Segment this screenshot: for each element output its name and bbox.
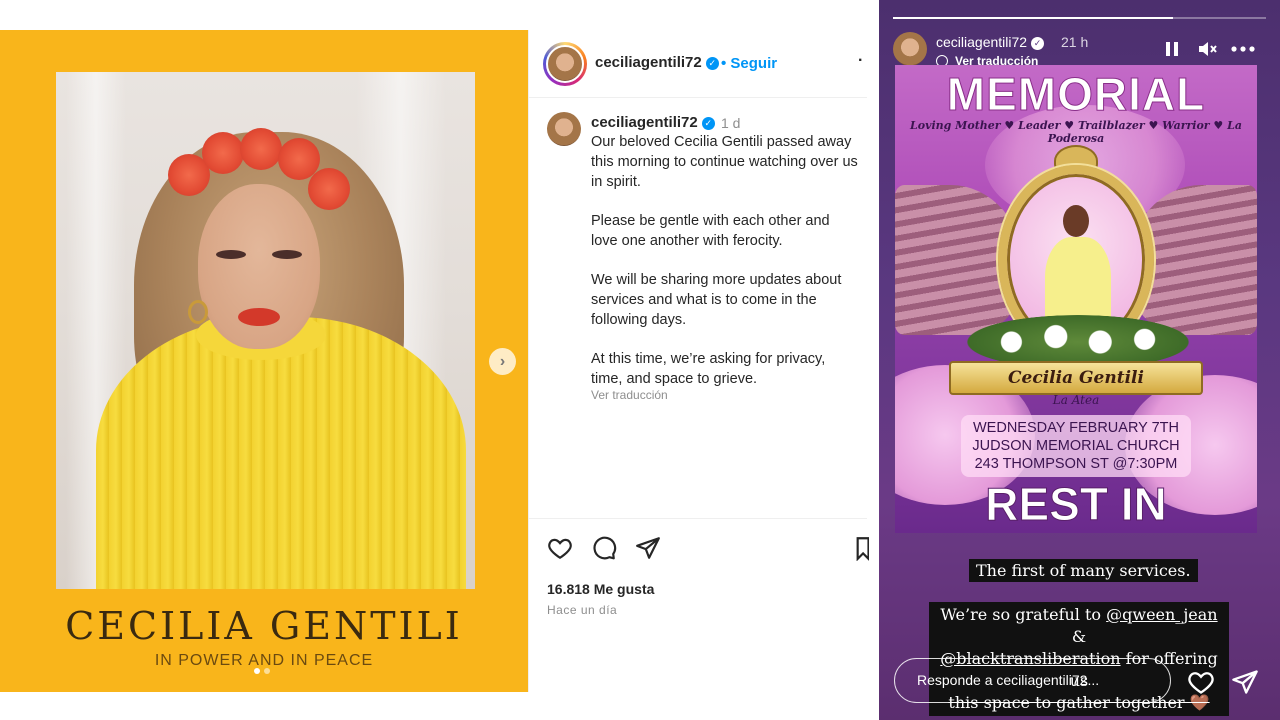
story-avatar[interactable] <box>893 32 927 66</box>
earring <box>188 300 208 324</box>
flower <box>240 128 282 170</box>
caption-paragraph: We will be sharing more updates about se… <box>591 272 846 328</box>
caption-text: Our beloved Cecilia Gentili passed away … <box>591 132 859 408</box>
caption-user[interactable]: ceciliagentili72 ✓ <box>591 114 715 132</box>
story-reply-input[interactable]: Responde a ceciliagentili72... <box>894 658 1171 703</box>
follow-button[interactable]: • Seguir <box>721 55 777 72</box>
post-actions: 16.818 Me gusta Hace un día <box>529 518 869 692</box>
story-text-label: The first of many services. <box>969 559 1198 582</box>
bookmark-icon[interactable] <box>855 535 869 561</box>
caption-avatar[interactable] <box>547 112 581 146</box>
eye <box>216 250 246 259</box>
event-line: 243 THOMPSON ST @7:30PM <box>974 456 1178 472</box>
mention-link[interactable]: @qween_jean <box>1106 605 1217 624</box>
mute-icon[interactable] <box>1197 40 1217 58</box>
chevron-right-icon: › <box>499 352 506 370</box>
name-banner: Cecilia Gentili <box>949 361 1203 395</box>
verified-badge-icon: ✓ <box>1031 37 1045 50</box>
portrait-photo <box>56 72 475 589</box>
flyer-title: MEMORIAL <box>946 68 1206 121</box>
heart-icon[interactable] <box>547 535 573 561</box>
post-header: ceciliagentili72 ✓ • Seguir · <box>529 30 867 98</box>
avatar <box>546 45 584 83</box>
comment-icon[interactable] <box>591 535 617 561</box>
see-translation-link[interactable]: Ver traducción <box>591 388 668 402</box>
flyer-footer: REST IN POWER <box>985 478 1167 534</box>
flower <box>202 132 244 174</box>
event-line: JUDSON MEMORIAL CHURCH <box>972 438 1180 454</box>
label-text: We’re so grateful to <box>940 605 1107 624</box>
heart-icon[interactable] <box>1187 668 1215 696</box>
instagram-story: ceciliagentili72 ✓ 21 h Ver traducción ME… <box>879 0 1280 720</box>
flower <box>308 168 350 210</box>
story-progress-bar <box>893 17 1266 19</box>
header-user[interactable]: ceciliagentili72 ✓ <box>595 54 719 72</box>
carousel-dot <box>264 668 270 674</box>
event-details: WEDNESDAY FEBRUARY 7TH JUDSON MEMORIAL C… <box>961 415 1191 477</box>
share-icon[interactable] <box>1231 668 1259 696</box>
verified-badge-icon: ✓ <box>701 117 715 130</box>
story-progress-fill <box>893 17 1173 19</box>
caption-paragraph: Our beloved Cecilia Gentili passed away … <box>591 134 862 190</box>
portrait-head <box>1063 205 1089 237</box>
pause-icon[interactable] <box>1163 40 1181 58</box>
share-icon[interactable] <box>635 535 661 561</box>
post-media-name: CECILIA GENTILI <box>65 604 463 648</box>
lips <box>238 308 280 326</box>
caption-username[interactable]: ceciliagentili72 <box>591 114 698 131</box>
next-slide-button[interactable]: › <box>489 348 516 375</box>
more-options-icon[interactable]: · <box>858 52 863 70</box>
nickname: La Atea <box>1052 393 1100 407</box>
caption-paragraph: At this time, we’re asking for privacy, … <box>591 351 830 387</box>
header-username[interactable]: ceciliagentili72 <box>595 54 702 71</box>
story-time: 21 h <box>1061 34 1089 50</box>
eye <box>272 250 302 259</box>
more-options-icon[interactable] <box>1231 44 1255 54</box>
story-user[interactable]: ceciliagentili72 ✓ <box>936 34 1045 50</box>
caption-time[interactable]: 1 d <box>721 115 740 131</box>
caption-paragraph: Please be gentle with each other and lov… <box>591 213 834 249</box>
carousel-dots <box>254 668 270 674</box>
avatar-ring[interactable] <box>543 42 587 86</box>
verified-badge-icon: ✓ <box>705 57 719 70</box>
post-date[interactable]: Hace un día <box>547 603 617 617</box>
event-line: WEDNESDAY FEBRUARY 7TH <box>972 420 1179 436</box>
post-media[interactable]: CECILIA GENTILI IN POWER AND IN PEACE › <box>0 30 528 692</box>
likes-count[interactable]: 16.818 Me gusta <box>547 581 654 597</box>
memorial-flyer: MEMORIAL Loving Mother ♥ Leader ♥ Trailb… <box>895 65 1257 533</box>
face <box>198 184 320 349</box>
flyer-tags: Loving Mother ♥ Leader ♥ Trailblazer ♥ W… <box>910 119 1242 145</box>
instagram-post: CECILIA GENTILI IN POWER AND IN PEACE › … <box>0 30 869 692</box>
story-username[interactable]: ceciliagentili72 <box>936 34 1027 50</box>
label-text: & <box>1071 627 1087 646</box>
carousel-dot <box>254 668 260 674</box>
post-sidebar: ceciliagentili72 ✓ • Seguir · ceciliagent… <box>528 30 869 692</box>
